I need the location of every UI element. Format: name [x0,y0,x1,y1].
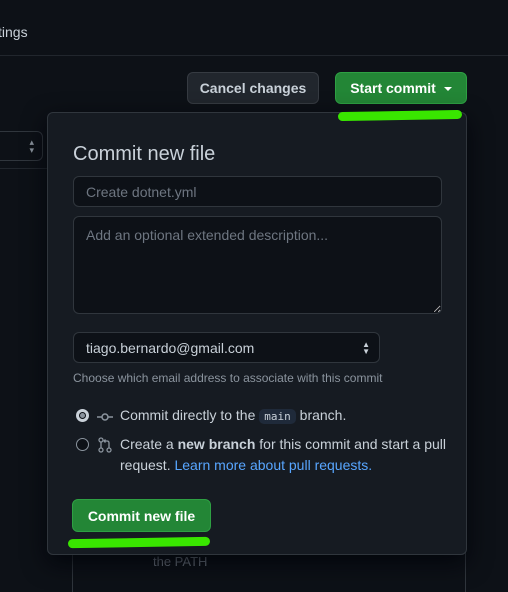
start-commit-label: Start commit [350,80,436,96]
learn-more-link[interactable]: Learn more about pull requests. [174,457,372,473]
select-arrows-icon: ▴ ▾ [29,137,34,155]
commit-direct-option: Commit directly to the main branch. [120,405,346,427]
cancel-changes-label: Cancel changes [199,80,307,96]
commit-description-input[interactable] [73,216,442,314]
start-commit-button[interactable]: Start commit [335,72,467,104]
new-branch-text-before: Create a [120,436,178,452]
commit-direct-text-before: Commit directly to the [120,407,260,423]
commit-direct-radio[interactable] [76,409,89,422]
select-arrows-icon: ▲ ▼ [362,340,370,356]
email-select[interactable]: tiago.bernardo@gmail.com ▲ ▼ [73,332,380,363]
left-select[interactable]: ▴ ▾ [0,131,43,161]
commit-dialog: Commit new file tiago.bernardo@gmail.com… [47,112,467,555]
dialog-title: Commit new file [73,143,216,165]
background-text: the PATH [153,554,208,569]
cancel-changes-button[interactable]: Cancel changes [187,72,319,104]
repo-nav-bar: tings [0,0,508,56]
commit-direct-text-after: branch. [295,407,347,423]
divider [0,168,48,169]
branch-name-code: main [259,409,296,424]
commit-new-file-button[interactable]: Commit new file [72,499,211,532]
commit-new-file-label: Commit new file [87,507,196,524]
git-pull-request-icon [97,437,113,458]
new-branch-radio[interactable] [76,438,89,451]
git-commit-icon [97,409,113,430]
new-branch-option: Create a new branch for this commit and … [120,434,460,476]
commit-summary-input[interactable] [73,176,442,207]
settings-tab[interactable]: tings [0,24,28,40]
caret-down-icon [443,87,452,91]
new-branch-bold: new branch [177,436,256,452]
email-note: Choose which email address to associate … [73,371,383,385]
email-value: tiago.bernardo@gmail.com [86,340,255,356]
